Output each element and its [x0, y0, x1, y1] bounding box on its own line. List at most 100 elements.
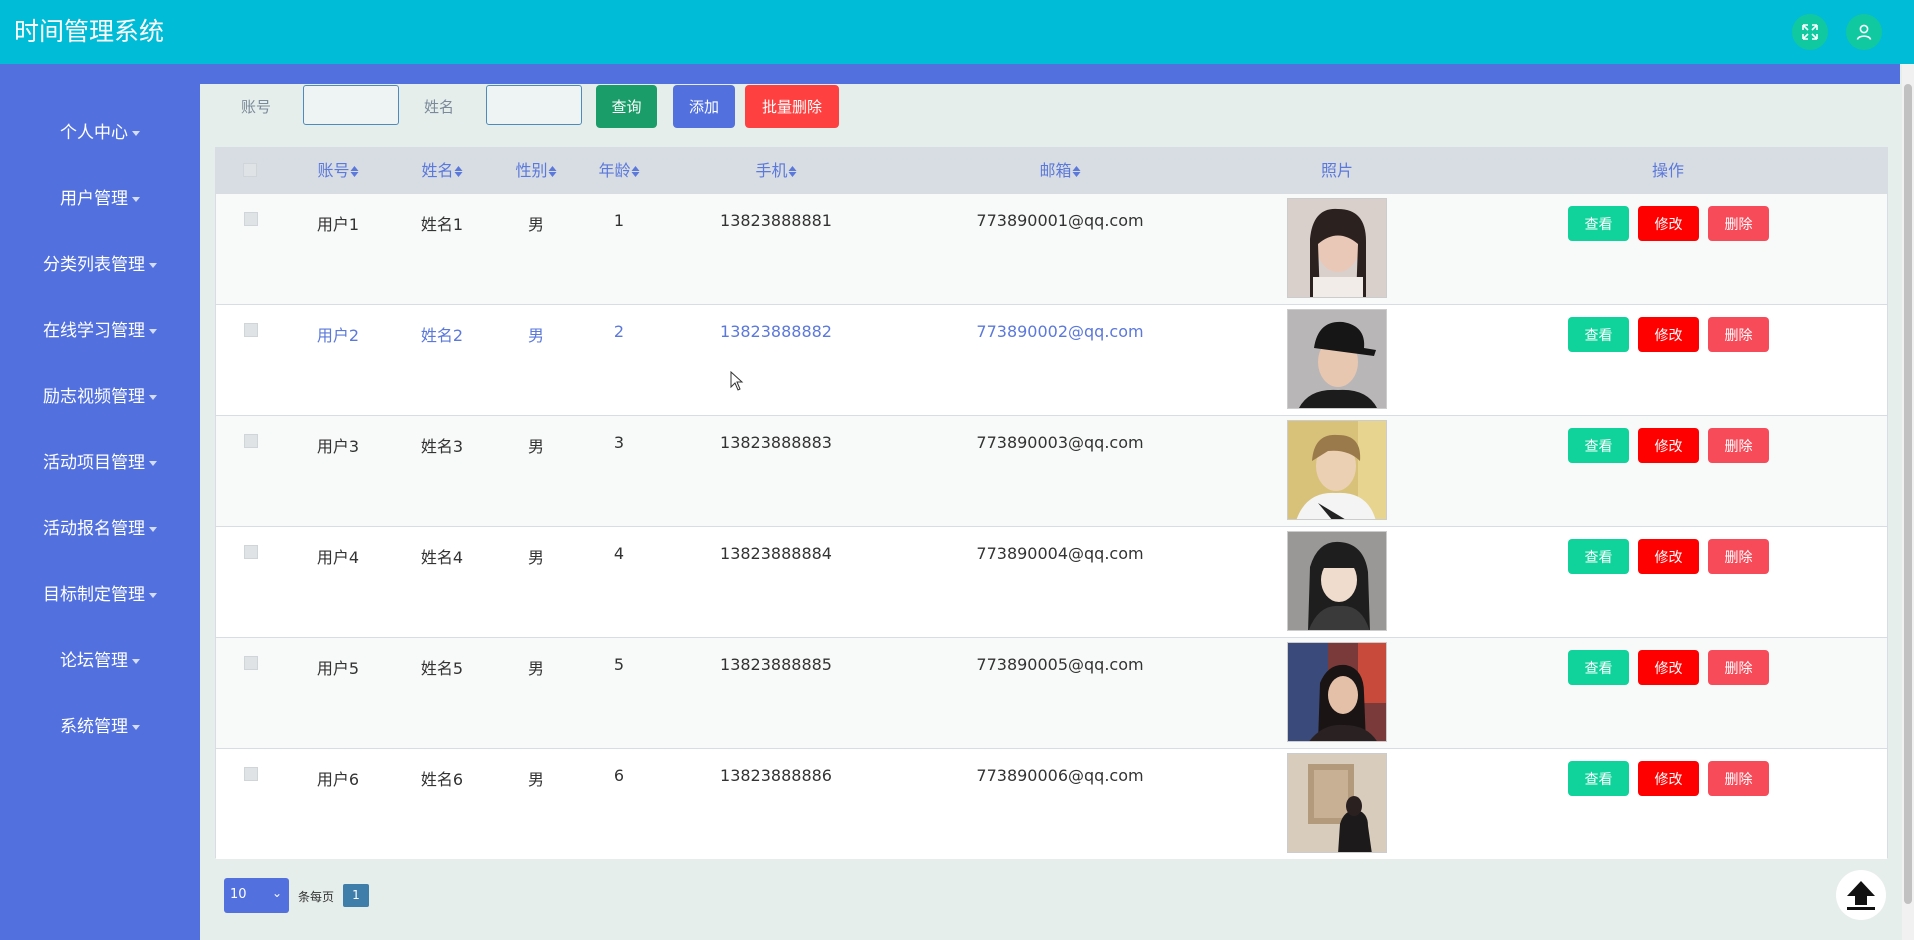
cell-account: 用户1: [316, 215, 360, 234]
edit-button[interactable]: 修改: [1638, 317, 1699, 352]
caret-down-icon: [149, 262, 157, 268]
sidebar-item-user-management[interactable]: 用户管理: [0, 179, 200, 219]
sidebar-item-activity-project[interactable]: 活动项目管理: [0, 443, 200, 483]
cell-age: 6: [613, 766, 625, 785]
cell-phone: 13823888882: [720, 322, 832, 341]
name-search-input[interactable]: [486, 85, 582, 125]
cell-account: 用户6: [316, 770, 360, 789]
user-photo: [1287, 531, 1387, 631]
edit-button[interactable]: 修改: [1638, 539, 1699, 574]
table-header: 账号 姓名 性别 年龄 手机 邮箱 照片 操作: [216, 148, 1887, 193]
cell-name: 姓名1: [420, 215, 464, 234]
user-icon[interactable]: [1846, 14, 1882, 50]
cell-age: 2: [613, 322, 625, 341]
sort-icon: [548, 166, 557, 177]
app-title: 时间管理系统: [14, 17, 165, 46]
fullscreen-icon[interactable]: [1792, 14, 1828, 50]
view-button[interactable]: 查看: [1568, 539, 1629, 574]
sidebar-item-label: 分类列表管理: [43, 255, 145, 275]
cell-email: 773890005@qq.com: [976, 655, 1144, 674]
delete-button[interactable]: 删除: [1708, 428, 1769, 463]
sidebar-item-label: 论坛管理: [60, 651, 128, 671]
back-to-top-button[interactable]: [1836, 870, 1886, 920]
caret-down-icon: [149, 328, 157, 334]
cell-gender: 男: [527, 215, 545, 234]
header-gender[interactable]: 性别: [515, 148, 557, 193]
cell-phone: 13823888881: [720, 211, 832, 230]
cell-name: 姓名2: [420, 326, 464, 345]
edit-button[interactable]: 修改: [1638, 650, 1699, 685]
table-row: 用户4 姓名4 男 4 13823888884 773890004@qq.com…: [216, 526, 1887, 637]
view-button[interactable]: 查看: [1568, 761, 1629, 796]
query-button[interactable]: 查询: [596, 85, 657, 128]
cell-name: 姓名4: [420, 548, 464, 567]
cell-phone: 13823888883: [720, 433, 832, 452]
table-row: 用户2 姓名2 男 2 13823888882 773890002@qq.com…: [216, 304, 1887, 415]
sidebar-item-personal-center[interactable]: 个人中心: [0, 113, 200, 153]
row-checkbox[interactable]: [244, 656, 258, 670]
header-account[interactable]: 账号: [317, 148, 359, 193]
caret-down-icon: [132, 724, 140, 730]
account-label: 账号: [241, 98, 272, 116]
view-button[interactable]: 查看: [1568, 650, 1629, 685]
page-scrollbar[interactable]: [1902, 64, 1914, 940]
sidebar-item-forum[interactable]: 论坛管理: [0, 641, 200, 681]
sidebar-item-goal-setting[interactable]: 目标制定管理: [0, 575, 200, 615]
caret-down-icon: [149, 526, 157, 532]
top-bar: 时间管理系统: [0, 0, 1914, 64]
edit-button[interactable]: 修改: [1638, 428, 1699, 463]
cell-account: 用户3: [316, 437, 360, 456]
cell-email: 773890001@qq.com: [976, 211, 1144, 230]
cell-gender: 男: [527, 659, 545, 678]
header-name[interactable]: 姓名: [421, 148, 463, 193]
user-photo: [1287, 753, 1387, 853]
delete-button[interactable]: 删除: [1708, 206, 1769, 241]
delete-button[interactable]: 删除: [1708, 317, 1769, 352]
sidebar-item-label: 活动报名管理: [43, 519, 145, 539]
sidebar-item-category-list[interactable]: 分类列表管理: [0, 245, 200, 285]
cell-account: 用户2: [316, 326, 360, 345]
sidebar-item-activity-signup[interactable]: 活动报名管理: [0, 509, 200, 549]
caret-down-icon: [149, 460, 157, 466]
scrollbar-thumb[interactable]: [1904, 84, 1912, 904]
row-checkbox[interactable]: [244, 767, 258, 781]
header-age[interactable]: 年龄: [598, 148, 640, 193]
view-button[interactable]: 查看: [1568, 428, 1629, 463]
sidebar-item-online-learning[interactable]: 在线学习管理: [0, 311, 200, 351]
sidebar-item-label: 励志视频管理: [43, 387, 145, 407]
view-button[interactable]: 查看: [1568, 206, 1629, 241]
table-row: 用户1 姓名1 男 1 13823888881 773890001@qq.com…: [216, 193, 1887, 304]
delete-button[interactable]: 删除: [1708, 761, 1769, 796]
header-email[interactable]: 邮箱: [1039, 148, 1081, 193]
account-search-input[interactable]: [303, 85, 399, 125]
cell-account: 用户4: [316, 548, 360, 567]
sidebar-item-label: 活动项目管理: [43, 453, 145, 473]
row-checkbox[interactable]: [244, 545, 258, 559]
sidebar-item-motivational-video[interactable]: 励志视频管理: [0, 377, 200, 417]
row-checkbox[interactable]: [244, 212, 258, 226]
header-phone[interactable]: 手机: [755, 148, 797, 193]
sort-icon: [1072, 166, 1081, 177]
content-top-strip: [200, 64, 1900, 84]
view-button[interactable]: 查看: [1568, 317, 1629, 352]
delete-button[interactable]: 删除: [1708, 650, 1769, 685]
page-number-button[interactable]: 1: [343, 884, 369, 907]
cell-email: 773890003@qq.com: [976, 433, 1144, 452]
batch-delete-button[interactable]: 批量删除: [745, 85, 839, 128]
row-checkbox[interactable]: [244, 434, 258, 448]
mouse-cursor-icon: [730, 371, 744, 391]
caret-down-icon: [149, 394, 157, 400]
cell-email: 773890004@qq.com: [976, 544, 1144, 563]
edit-button[interactable]: 修改: [1638, 761, 1699, 796]
row-checkbox[interactable]: [244, 323, 258, 337]
cell-name: 姓名6: [420, 770, 464, 789]
sort-icon: [350, 166, 359, 177]
delete-button[interactable]: 删除: [1708, 539, 1769, 574]
add-button[interactable]: 添加: [673, 85, 735, 128]
page-size-select[interactable]: 10 ⌄: [224, 878, 289, 913]
edit-button[interactable]: 修改: [1638, 206, 1699, 241]
select-all-checkbox[interactable]: [243, 163, 257, 177]
sidebar-item-system[interactable]: 系统管理: [0, 707, 200, 747]
caret-down-icon: [132, 130, 140, 136]
cell-name: 姓名5: [420, 659, 464, 678]
